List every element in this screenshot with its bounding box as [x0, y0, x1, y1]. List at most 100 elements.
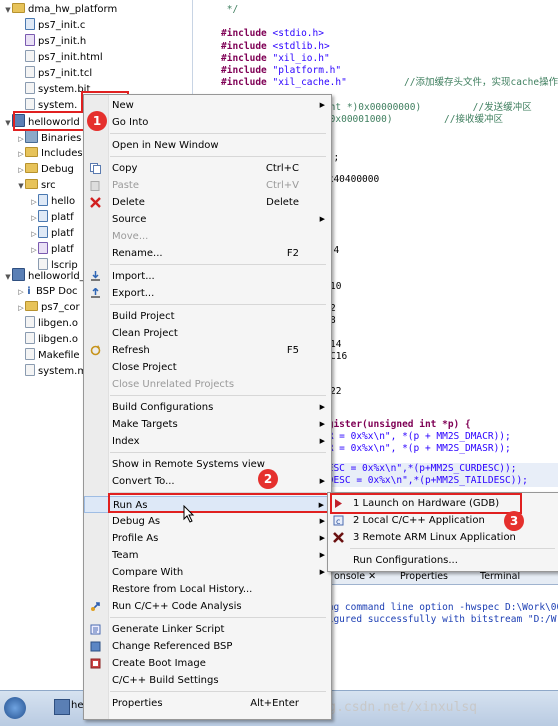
copy-icon: [90, 163, 101, 174]
menu-item-c-c-build-settings[interactable]: C/C++ Build Settings: [84, 672, 331, 689]
menu-item-open-in-new-window[interactable]: Open in New Window: [84, 137, 331, 154]
menu-item-close-project[interactable]: Close Project: [84, 359, 331, 376]
menu-item-label: Clean Project: [112, 328, 178, 339]
tree-item[interactable]: ▷ ps7_cor: [17, 300, 80, 316]
tree-item[interactable]: ps7_init.c: [17, 18, 85, 34]
tree-item[interactable]: ▷ platf: [30, 210, 74, 226]
file-icon: [25, 348, 35, 360]
tree-item-label: ps7_init.tcl: [38, 68, 93, 79]
menu-item-label: Debug As: [112, 516, 161, 527]
menu-item-change-referenced-bsp[interactable]: Change Referenced BSP: [84, 638, 331, 655]
tree-item[interactable]: ▷ Includes: [17, 146, 83, 162]
menu-separator: [110, 691, 326, 692]
menu-item-debug-as[interactable]: Debug As ▶: [84, 513, 331, 530]
tree-item[interactable]: Makefile: [17, 348, 80, 364]
svg-text:c: c: [336, 517, 340, 526]
menu-item-generate-linker-script[interactable]: Generate Linker Script: [84, 621, 331, 638]
tree-item[interactable]: ▷ platf: [30, 242, 74, 258]
menu-item-label: Index: [112, 436, 140, 447]
menu-item-source[interactable]: Source ▶: [84, 211, 331, 228]
collapsed-twisty-icon[interactable]: ▷: [17, 300, 25, 316]
tree-item[interactable]: ▷ Debug: [17, 162, 74, 178]
menu-item-new[interactable]: New ▶: [84, 97, 331, 114]
menu-item-index[interactable]: Index ▶: [84, 433, 331, 450]
menu-item-create-boot-image[interactable]: Create Boot Image: [84, 655, 331, 672]
menu-separator: [110, 452, 326, 453]
expanded-twisty-icon[interactable]: ▼: [4, 269, 12, 285]
menu-item-restore-from-local-history[interactable]: Restore from Local History...: [84, 581, 331, 598]
expanded-twisty-icon[interactable]: ▼: [17, 178, 25, 194]
tree-item[interactable]: ps7_init.h: [17, 34, 86, 50]
tree-item-label: helloworld_: [28, 271, 85, 282]
tree-item[interactable]: ▷ i BSP Doc: [17, 284, 78, 300]
menu-item-label: New: [112, 100, 134, 111]
collapsed-twisty-icon[interactable]: ▷: [17, 284, 25, 300]
tree-item[interactable]: ▼ dma_hw_platform: [4, 2, 117, 18]
menu-item-team[interactable]: Team ▶: [84, 547, 331, 564]
submenu-arrow-icon: ▶: [319, 215, 325, 223]
collapsed-twisty-icon[interactable]: ▷: [30, 226, 38, 242]
collapsed-twisty-icon[interactable]: ▷: [30, 194, 38, 210]
tree-item[interactable]: system.bit: [17, 82, 90, 98]
submenu-arrow-icon: ▶: [319, 437, 325, 445]
menu-item-go-into[interactable]: Go Into: [84, 114, 331, 131]
menu-item-export[interactable]: Export...: [84, 285, 331, 302]
collapsed-twisty-icon[interactable]: ▷: [17, 146, 25, 162]
tree-item[interactable]: libgen.o: [17, 316, 78, 332]
menu-item-properties[interactable]: Properties Alt+Enter: [84, 695, 331, 712]
c-file-icon: [25, 18, 35, 30]
expanded-twisty-icon[interactable]: ▼: [4, 115, 12, 131]
tree-item[interactable]: ps7_init.html: [17, 50, 103, 66]
expanded-twisty-icon[interactable]: ▼: [4, 2, 12, 18]
tree-item[interactable]: libgen.o: [17, 332, 78, 348]
menu-item-delete[interactable]: Delete Delete: [84, 194, 331, 211]
menu-item-profile-as[interactable]: Profile As ▶: [84, 530, 331, 547]
menu-item-make-targets[interactable]: Make Targets ▶: [84, 416, 331, 433]
tree-item[interactable]: system.m: [17, 364, 87, 380]
tree-item-label: Includes: [41, 148, 83, 159]
tree-item-label: libgen.o: [38, 318, 79, 329]
menu-separator: [110, 304, 326, 305]
menu-item-refresh[interactable]: Refresh F5: [84, 342, 331, 359]
menu-separator: [110, 133, 326, 134]
menu-item-clean-project[interactable]: Clean Project: [84, 325, 331, 342]
tree-item-label: ps7_init.h: [38, 36, 87, 47]
bsp-icon: [90, 641, 101, 652]
tree-item[interactable]: ▷ platf: [30, 226, 74, 242]
tree-item[interactable]: ps7_init.tcl: [17, 66, 92, 82]
code-desc-text: DESC = 0x%x\n",*(p+MM2S_CURDESC));: [322, 463, 517, 474]
code-token: #include: [221, 52, 273, 64]
menu-item-compare-with[interactable]: Compare With ▶: [84, 564, 331, 581]
collapsed-twisty-icon[interactable]: ▷: [30, 210, 38, 226]
collapsed-twisty-icon[interactable]: ▷: [17, 131, 25, 147]
start-orb-icon[interactable]: [4, 697, 26, 719]
menu-item-copy[interactable]: Copy Ctrl+C: [84, 160, 331, 177]
menu-item-build-configurations[interactable]: Build Configurations ▶: [84, 399, 331, 416]
submenu-item-3-remote-arm-linux-application[interactable]: 3 Remote ARM Linux Application: [328, 529, 558, 546]
tree-item[interactable]: ▼ src: [17, 178, 56, 194]
menu-item-convert-to[interactable]: Convert To... ▶: [84, 473, 331, 490]
collapsed-twisty-icon[interactable]: ▷: [30, 242, 38, 258]
file-icon: [25, 66, 35, 78]
menu-item-run-c-c-code-analysis[interactable]: Run C/C++ Code Analysis: [84, 598, 331, 615]
code-line: #include <stdlib.h>: [221, 41, 330, 53]
menu-item-shortcut: Ctrl+V: [265, 180, 299, 191]
context-menu: New ▶ Go Into Open in New Window Copy Ctrl+C P…: [83, 94, 332, 720]
info-icon: i: [27, 286, 31, 297]
menu-item-rename[interactable]: Rename... F2: [84, 245, 331, 262]
menu-item-import[interactable]: Import...: [84, 268, 331, 285]
code-token: #include: [221, 77, 273, 89]
tree-item-label: BSP Doc: [36, 286, 78, 297]
menu-item-show-in-remote-systems-view[interactable]: Show in Remote Systems view: [84, 456, 331, 473]
tree-item[interactable]: ▼ helloworld_: [4, 268, 85, 284]
folder-icon: [25, 301, 38, 311]
tree-item[interactable]: ▷ hello: [30, 194, 75, 210]
submenu-item-run-configurations[interactable]: Run Configurations...: [328, 552, 558, 569]
tree-item[interactable]: ▷ Binaries: [17, 130, 81, 146]
menu-item-label: Copy: [112, 163, 138, 174]
menu-item-build-project[interactable]: Build Project: [84, 308, 331, 325]
run-as-highlight-box: [108, 493, 335, 513]
collapsed-twisty-icon[interactable]: ▷: [17, 162, 25, 178]
tree-item-label: system.: [38, 100, 78, 111]
submenu-arrow-icon: ▶: [319, 420, 325, 428]
